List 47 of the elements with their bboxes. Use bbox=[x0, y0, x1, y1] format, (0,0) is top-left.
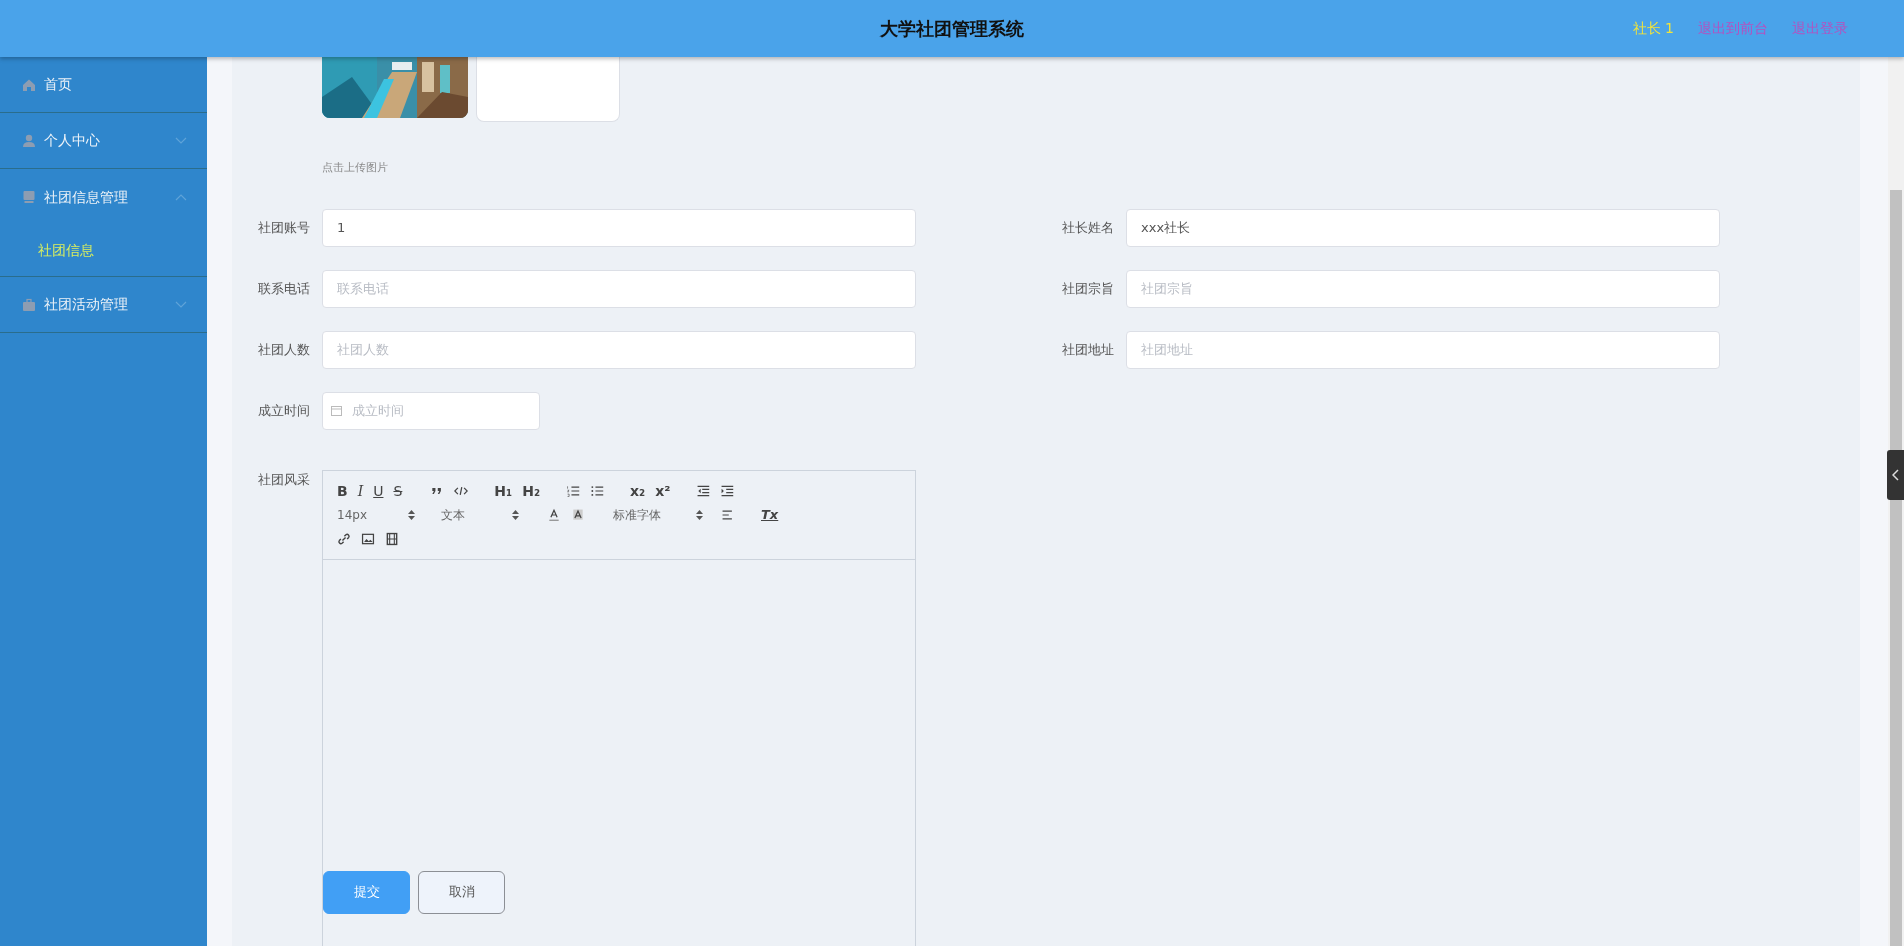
date-field[interactable]: 成立时间 bbox=[350, 399, 520, 422]
field-label: 社团地址 bbox=[1062, 341, 1114, 357]
collapse-handle[interactable] bbox=[1887, 450, 1904, 500]
upload-hint: 点击上传图片 bbox=[322, 161, 388, 174]
dropdown[interactable]: 14px bbox=[333, 503, 419, 526]
book-icon bbox=[22, 190, 36, 204]
sort-arrows-icon bbox=[408, 509, 415, 520]
field-label: 社团宗旨 bbox=[1062, 280, 1114, 296]
date-picker[interactable]: 成立时间 bbox=[322, 391, 540, 430]
field-label: 社团账号 bbox=[258, 219, 310, 235]
scrollbar-thumb[interactable] bbox=[1890, 190, 1902, 946]
calendar-icon bbox=[331, 405, 342, 416]
field-label: 联系电话 bbox=[258, 280, 310, 296]
menu-item[interactable]: 社团活动管理 bbox=[0, 277, 207, 333]
format-button[interactable]: H₁ bbox=[490, 478, 517, 503]
format-button[interactable]: S bbox=[389, 478, 407, 503]
user-name: 社长 1 bbox=[1632, 19, 1674, 38]
menu-item[interactable]: 首页 bbox=[0, 57, 207, 113]
format-button[interactable]: I bbox=[353, 478, 368, 503]
format-button[interactable]: B bbox=[333, 478, 352, 503]
input-field[interactable]: xxx社长 bbox=[1126, 208, 1720, 247]
input-field[interactable]: 联系电话 bbox=[322, 269, 916, 308]
format-button[interactable]: U bbox=[369, 478, 388, 503]
field-label: 社团人数 bbox=[258, 341, 310, 357]
home-icon bbox=[22, 77, 36, 92]
cancel-button[interactable]: 取消 bbox=[418, 870, 505, 914]
format-button[interactable]: x₂ bbox=[626, 478, 650, 503]
person-icon bbox=[22, 133, 36, 148]
input-field[interactable]: 1 bbox=[322, 208, 916, 247]
sort-arrows-icon bbox=[512, 509, 519, 520]
field-label: 成立时间 bbox=[258, 402, 310, 418]
app-title: 大学社团管理系统 bbox=[880, 17, 1024, 41]
menu-item[interactable]: 个人中心 bbox=[0, 113, 207, 169]
field-label: 社长姓名 bbox=[1062, 219, 1114, 235]
sort-arrows-icon bbox=[696, 509, 703, 520]
briefcase-icon bbox=[22, 297, 36, 312]
format-button[interactable]: H₂ bbox=[518, 478, 545, 503]
input-field[interactable]: 社团宗旨 bbox=[1126, 269, 1720, 308]
format-button[interactable]: x² bbox=[651, 478, 675, 503]
dropdown[interactable]: 文本 bbox=[437, 503, 523, 526]
input-field[interactable]: 社团人数 bbox=[322, 330, 916, 369]
field-label: 社团风采 bbox=[258, 471, 310, 487]
menu-item[interactable]: 社团信息管理 bbox=[0, 169, 207, 225]
chevron-left-icon bbox=[1892, 469, 1899, 481]
input-field[interactable]: 社团地址 bbox=[1126, 330, 1720, 369]
dropdown[interactable]: 标准字体 bbox=[609, 503, 707, 526]
format-button[interactable]: Tx bbox=[757, 502, 783, 527]
